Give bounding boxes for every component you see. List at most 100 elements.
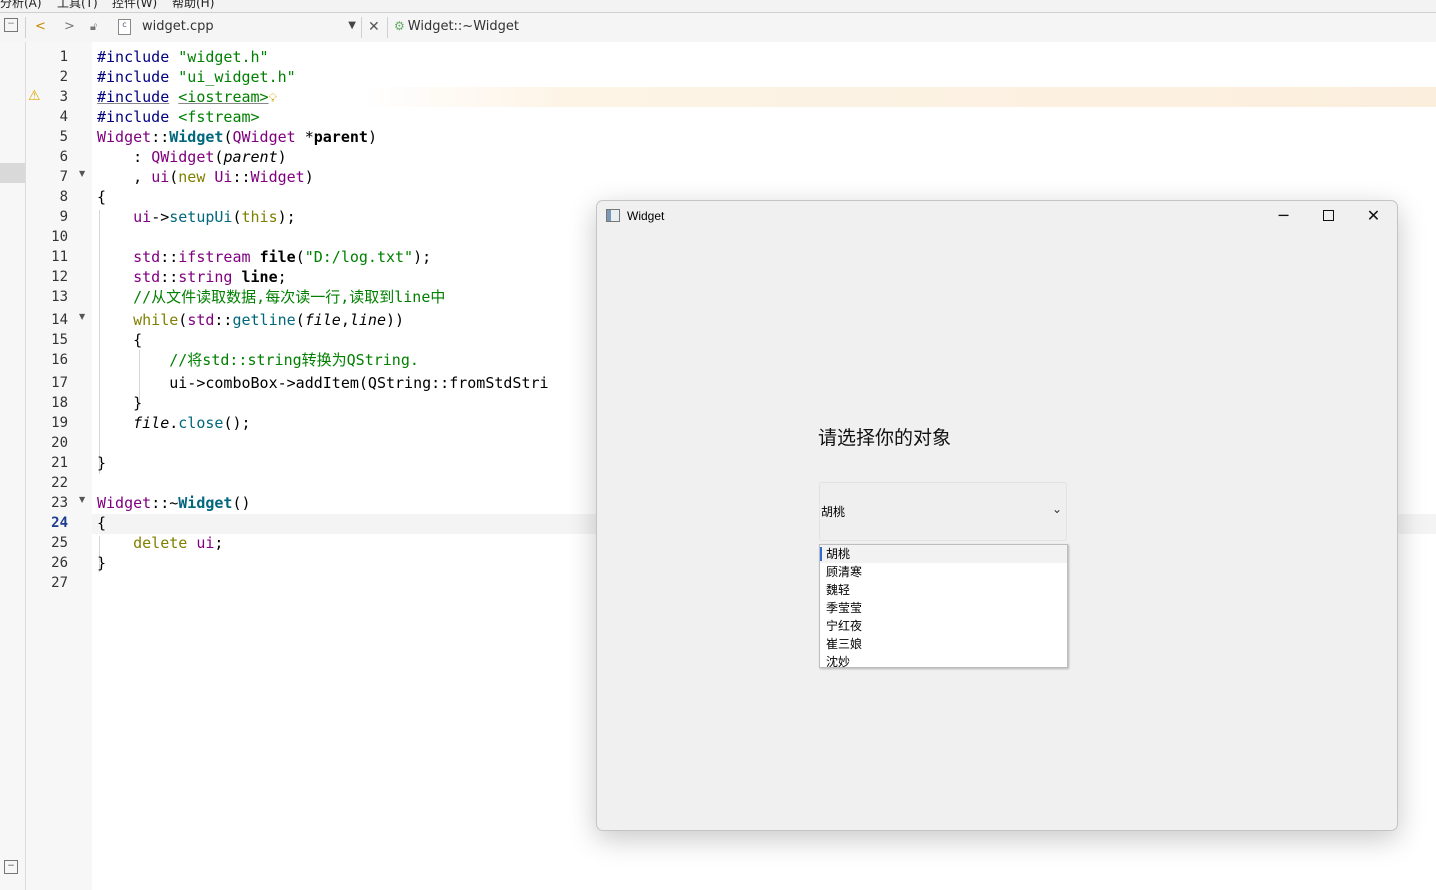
- window-title: Widget: [627, 209, 665, 223]
- code-line: Widget::~Widget(): [97, 494, 251, 512]
- cpp-file-icon: c: [118, 19, 131, 35]
- app-window-icon: [606, 209, 620, 222]
- maximize-button[interactable]: [1306, 201, 1351, 231]
- minimize-icon: ─: [1278, 206, 1289, 225]
- line-number: 19: [51, 415, 68, 431]
- menu-help[interactable]: 帮助(H): [172, 0, 214, 11]
- combo-option[interactable]: 顾清寒: [820, 563, 1067, 581]
- code-line: ui->comboBox->addItem(QString::fromStdSt…: [169, 374, 549, 392]
- warning-icon[interactable]: ⚠: [28, 88, 41, 104]
- line-number: 12: [51, 269, 68, 285]
- line-number: 15: [51, 332, 68, 348]
- line-number: 3: [59, 89, 68, 105]
- menu-tools[interactable]: 工具(T): [57, 0, 98, 11]
- toolbar-separator: [25, 17, 26, 38]
- line-number: 13: [51, 289, 68, 305]
- fold-arrow-icon[interactable]: ▼: [79, 495, 85, 504]
- code-line: ui->setupUi(this);: [133, 208, 296, 226]
- line-number: 16: [51, 352, 68, 368]
- code-line: file.close();: [133, 414, 251, 432]
- line-number: 1: [59, 49, 68, 65]
- line-number-gutter: 1 2 ⚠ 3 4 5 6 7 ▼ 8 9 10 11 12 13 14 ▼ 15 1…: [26, 42, 99, 890]
- code-line: }: [97, 554, 107, 572]
- combo-dropdown-list[interactable]: 胡桃 顾清寒 魏轻 季莹莹 宁红夜 崔三娘 沈妙: [819, 544, 1068, 671]
- fold-arrow-icon[interactable]: ▼: [79, 312, 85, 321]
- combo-option[interactable]: 胡桃: [820, 545, 1067, 563]
- combo-box[interactable]: 胡桃 ⌄: [819, 482, 1067, 541]
- code-line: , ui(new Ui::Widget): [97, 168, 314, 186]
- forward-arrow-icon[interactable]: >: [64, 19, 75, 35]
- maximize-icon: [1323, 209, 1334, 221]
- line-number: 18: [51, 395, 68, 411]
- code-line: {: [97, 514, 107, 532]
- combo-value: 胡桃: [821, 505, 846, 519]
- line-number: 5: [59, 129, 68, 145]
- line-number: 2: [59, 69, 68, 85]
- split-view-icon[interactable]: −: [4, 18, 18, 32]
- line-number: 10: [51, 229, 68, 245]
- file-name: widget.cpp: [142, 19, 214, 34]
- line-number: 17: [51, 375, 68, 391]
- line-number: 20: [51, 435, 68, 451]
- code-comment: //将std::string转换为QString.: [169, 351, 419, 369]
- combo-option[interactable]: 宁红夜: [820, 617, 1067, 635]
- code-line: Widget::Widget(QWidget *parent): [97, 128, 377, 146]
- minimize-button[interactable]: ─: [1261, 201, 1306, 231]
- line-number: 26: [51, 555, 68, 571]
- toolbar-separator: [387, 17, 388, 38]
- combo-option[interactable]: 崔三娘: [820, 635, 1067, 653]
- line-number: 11: [51, 249, 68, 265]
- window-title-bar[interactable]: Widget ─ ✕: [597, 201, 1397, 231]
- code-line: : QWidget(parent): [97, 148, 287, 166]
- lock-icon[interactable]: 🔓︎: [90, 19, 97, 35]
- warning-line-highlight: [92, 87, 1436, 107]
- output-pane-icon[interactable]: −: [4, 860, 18, 874]
- line-number: 7: [59, 169, 68, 185]
- line-number: 8: [59, 189, 68, 205]
- code-line: #include "ui_widget.h": [97, 68, 296, 86]
- line-number: 25: [51, 535, 68, 551]
- lightbulb-icon: 💡︎: [268, 91, 277, 105]
- menu-analyze[interactable]: 分析(A): [0, 0, 42, 11]
- code-line: }: [97, 454, 107, 472]
- line-number: 23: [51, 495, 68, 511]
- class-member-icon: ⚙︎: [394, 19, 405, 33]
- left-sidebar-strip: −: [0, 42, 26, 890]
- line-number: 4: [59, 109, 68, 125]
- line-number: 22: [51, 475, 68, 491]
- code-comment: //从文件读取数据,每次读一行,读取到line中: [133, 288, 446, 306]
- file-selector[interactable]: c widget.cpp ▼: [118, 17, 358, 38]
- combo-option[interactable]: 沈妙: [820, 653, 1067, 671]
- code-line: std::string line;: [133, 268, 287, 286]
- sidebar-marker: [0, 163, 25, 183]
- function-name: Widget::~Widget: [407, 19, 519, 34]
- fold-arrow-icon[interactable]: ▼: [79, 169, 85, 178]
- code-line: #include "widget.h": [97, 48, 269, 66]
- combo-option[interactable]: 魏轻: [820, 581, 1067, 599]
- close-icon: ✕: [1366, 206, 1381, 225]
- line-number: 27: [51, 575, 68, 591]
- line-number: 21: [51, 455, 68, 471]
- close-button[interactable]: ✕: [1351, 201, 1396, 231]
- editor-toolbar: − < > 🔓︎ c widget.cpp ▼ ✕ ⚙︎ Widget::~Wid…: [0, 13, 1436, 43]
- chevron-down-icon: ⌄: [1051, 502, 1062, 516]
- menu-bar: 分析(A) 工具(T) 控件(W) 帮助(H): [0, 0, 1436, 13]
- combo-option[interactable]: 季莹莹: [820, 599, 1067, 617]
- code-line: std::ifstream file("D:/log.txt");: [133, 248, 432, 266]
- line-number: 14: [51, 312, 68, 328]
- choose-label: 请选择你的对象: [818, 427, 952, 449]
- code-line: }: [97, 394, 143, 412]
- code-line: #include <fstream>: [97, 108, 260, 126]
- close-file-icon[interactable]: ✕: [368, 19, 380, 35]
- code-line: while(std::getline(file,line)): [133, 311, 405, 329]
- code-line: delete ui;: [133, 534, 224, 552]
- code-line: {: [97, 188, 107, 206]
- line-number-current: 24: [51, 515, 68, 531]
- back-arrow-icon[interactable]: <: [35, 19, 46, 35]
- symbol-selector[interactable]: ⚙︎ Widget::~Widget: [394, 19, 519, 34]
- qt-widget-window[interactable]: Widget ─ ✕ 请选择你的对象 胡桃 ⌄ 胡桃 顾清寒 魏轻 季莹莹 宁红…: [596, 200, 1398, 831]
- toolbar-separator: [361, 17, 362, 38]
- code-line: #include <iostream>💡︎: [97, 88, 277, 106]
- chevron-down-icon: ▼: [348, 20, 356, 31]
- menu-controls[interactable]: 控件(W): [112, 0, 157, 11]
